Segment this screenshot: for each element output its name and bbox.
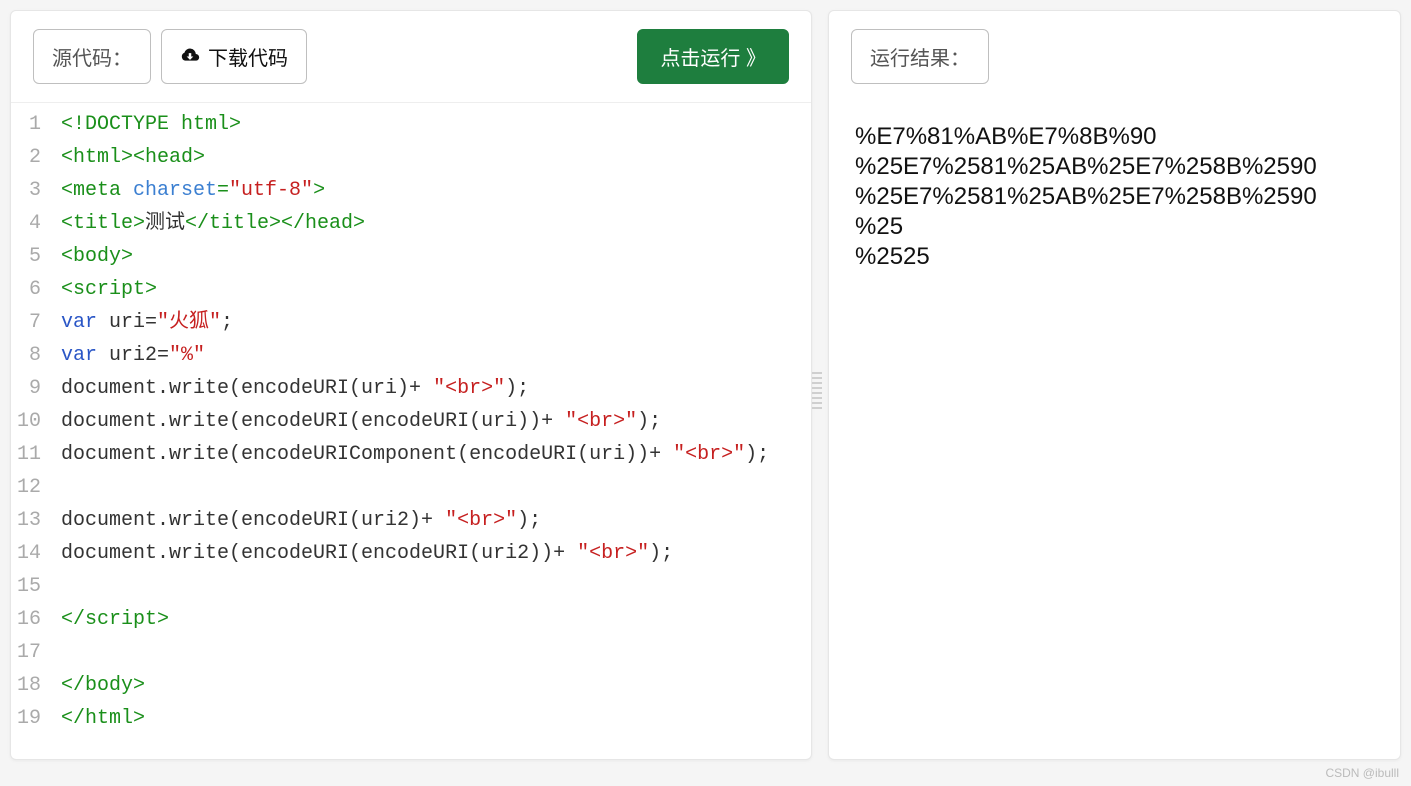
code-line[interactable]: <meta charset="utf-8"> (61, 174, 811, 207)
output-line: %25E7%2581%25AB%25E7%258B%2590 (855, 152, 1374, 182)
line-number: 11 (11, 438, 47, 471)
code-line[interactable]: var uri="火狐"; (61, 306, 811, 339)
code-line[interactable]: <html><head> (61, 141, 811, 174)
code-line[interactable]: <title>测试</title></head> (61, 207, 811, 240)
code-line[interactable]: document.write(encodeURI(encodeURI(uri2)… (61, 537, 811, 570)
line-gutter: 12345678910111213141516171819 (11, 103, 55, 759)
code-line[interactable] (61, 570, 811, 603)
output-area: %E7%81%AB%E7%8B%90%25E7%2581%25AB%25E7%2… (829, 102, 1400, 292)
cloud-download-icon (180, 45, 200, 69)
source-toolbar: 源代码： 下载代码 点击运行 》 (11, 11, 811, 102)
line-number: 16 (11, 603, 47, 636)
code-line[interactable]: <script> (61, 273, 811, 306)
code-area[interactable]: <!DOCTYPE html><html><head><meta charset… (55, 103, 811, 759)
code-line[interactable] (61, 471, 811, 504)
code-line[interactable]: <!DOCTYPE html> (61, 108, 811, 141)
line-number: 15 (11, 570, 47, 603)
code-line[interactable]: document.write(encodeURI(uri2)+ "<br>"); (61, 504, 811, 537)
line-number: 13 (11, 504, 47, 537)
source-label-text: 源代码： (52, 42, 132, 71)
line-number: 12 (11, 471, 47, 504)
line-number: 2 (11, 141, 47, 174)
main-container: 源代码： 下载代码 点击运行 》 12345678910111213141516… (10, 10, 1401, 760)
output-line: %25E7%2581%25AB%25E7%258B%2590 (855, 182, 1374, 212)
result-toolbar: 运行结果： (829, 11, 1400, 102)
output-line: %2525 (855, 242, 1374, 272)
result-panel: 运行结果： %E7%81%AB%E7%8B%90%25E7%2581%25AB%… (828, 10, 1401, 760)
splitter-handle[interactable] (812, 350, 822, 430)
output-line: %25 (855, 212, 1374, 242)
source-panel: 源代码： 下载代码 点击运行 》 12345678910111213141516… (10, 10, 812, 760)
download-button[interactable]: 下载代码 (161, 29, 307, 84)
code-line[interactable]: </body> (61, 669, 811, 702)
result-label-text: 运行结果： (870, 42, 970, 71)
line-number: 5 (11, 240, 47, 273)
line-number: 10 (11, 405, 47, 438)
code-line[interactable]: <body> (61, 240, 811, 273)
code-line[interactable]: document.write(encodeURIComponent(encode… (61, 438, 811, 471)
line-number: 6 (11, 273, 47, 306)
code-line[interactable]: </html> (61, 702, 811, 735)
code-line[interactable]: var uri2="%" (61, 339, 811, 372)
run-label: 点击运行 》 (660, 42, 766, 71)
code-editor[interactable]: 12345678910111213141516171819 <!DOCTYPE … (11, 102, 811, 759)
line-number: 7 (11, 306, 47, 339)
line-number: 19 (11, 702, 47, 735)
line-number: 4 (11, 207, 47, 240)
watermark: CSDN @ibulll (1325, 766, 1399, 780)
line-number: 9 (11, 372, 47, 405)
line-number: 8 (11, 339, 47, 372)
line-number: 1 (11, 108, 47, 141)
line-number: 3 (11, 174, 47, 207)
source-label-button[interactable]: 源代码： (33, 29, 151, 84)
download-label: 下载代码 (208, 42, 288, 71)
line-number: 18 (11, 669, 47, 702)
code-line[interactable]: document.write(encodeURI(encodeURI(uri))… (61, 405, 811, 438)
run-button[interactable]: 点击运行 》 (637, 29, 789, 84)
code-line[interactable]: </script> (61, 603, 811, 636)
code-line[interactable]: document.write(encodeURI(uri)+ "<br>"); (61, 372, 811, 405)
line-number: 14 (11, 537, 47, 570)
result-label-button[interactable]: 运行结果： (851, 29, 989, 84)
output-line: %E7%81%AB%E7%8B%90 (855, 122, 1374, 152)
line-number: 17 (11, 636, 47, 669)
code-line[interactable] (61, 636, 811, 669)
